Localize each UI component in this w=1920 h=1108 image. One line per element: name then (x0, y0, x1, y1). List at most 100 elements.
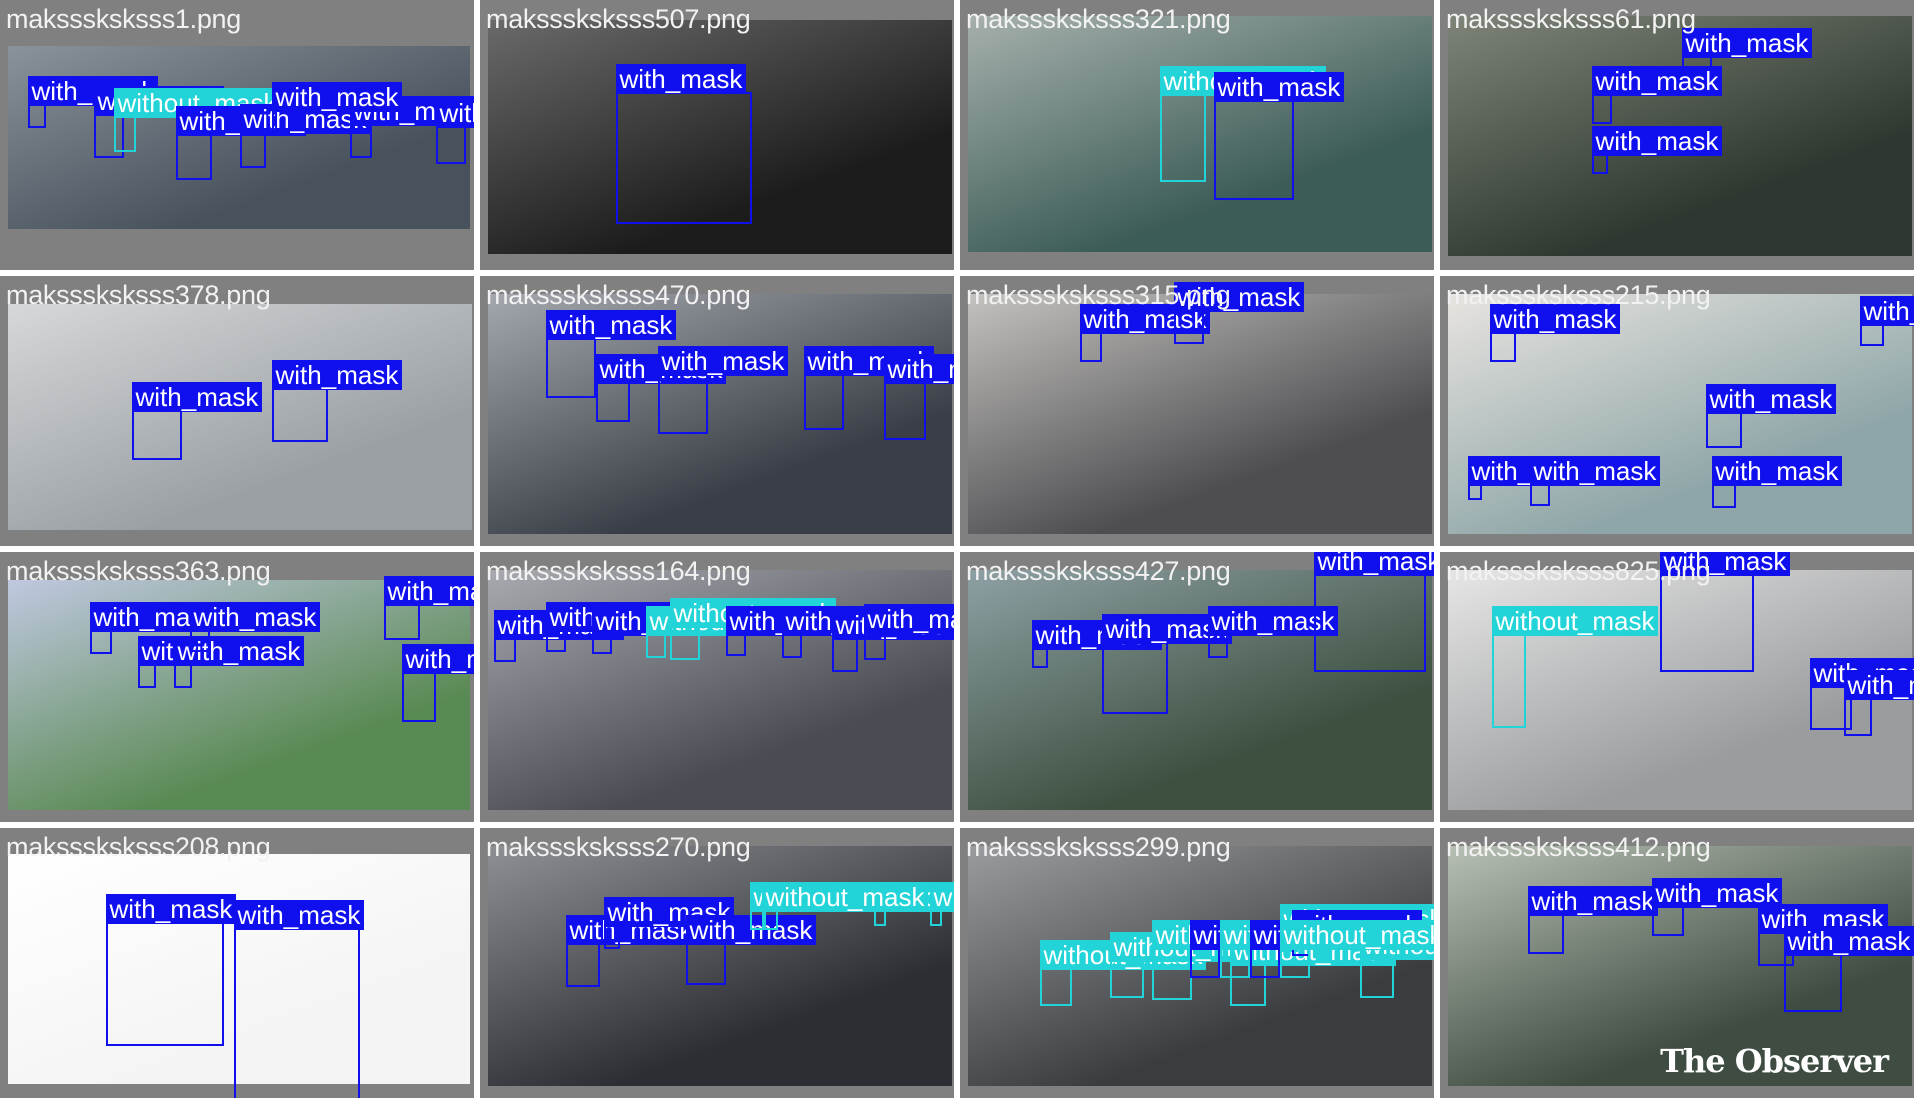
class-label: with_mask (435, 98, 474, 128)
bounding-box: with_mask (175, 106, 307, 180)
image-cell: maksssksksss61.png with_mask with_mask with… (1440, 0, 1917, 273)
image-cell: maksssksksss270.png with_mask with_mask wit… (480, 828, 957, 1101)
image-cell: maksssksksss208.png with_mask with_mask (0, 828, 477, 1101)
bounding-box: with_mask (27, 76, 159, 128)
class-label: with_mask (1783, 926, 1914, 956)
bounding-box: with_mask (565, 915, 697, 987)
bounding-box: with_mask (1173, 282, 1305, 344)
bounding-box: with_mask (545, 310, 677, 398)
bounding-box: with_mask (493, 610, 625, 662)
bounding-box: without_mask (1279, 920, 1434, 978)
bounding-box: with_mask (131, 382, 263, 460)
class-label: with_mask (1859, 296, 1914, 326)
class-label: with_mask (271, 82, 403, 112)
class-label: with_mask (1681, 28, 1813, 58)
bounding-box: without_mask (1039, 940, 1207, 1006)
bounding-box: with_mask (1467, 456, 1599, 500)
photo (8, 304, 472, 530)
class-label: with_mask (233, 900, 365, 930)
class-label: with_mask (131, 382, 263, 412)
bounding-box: without_mask (645, 606, 813, 658)
bounding-box: with_mask (725, 606, 857, 656)
filename-label: maksssksksss363.png (6, 556, 271, 586)
bounding-box: without_mask (1491, 606, 1659, 728)
bounding-box: with_mask (1189, 920, 1321, 978)
image-cell: maksssksksss321.png without_maskwith_mask (960, 0, 1437, 273)
bounding-box: with_mask (803, 346, 935, 430)
image-cell: maksssksksss825.png without_mask with_mask… (1440, 552, 1917, 825)
filename-label: maksssksksss315.png (966, 280, 1231, 310)
bounding-box: with_mask (1859, 296, 1914, 346)
bounding-box: with_mask (1249, 920, 1381, 978)
image-cell: maksssksksss315.png with_mask with_mask (960, 276, 1437, 549)
class-label: without_mask (1491, 606, 1659, 636)
filename-label: maksssksksss299.png (966, 832, 1231, 862)
bounding-box: without_mask (873, 882, 954, 926)
bounding-box: with_mask (831, 610, 954, 672)
class-label: with_mask (863, 604, 954, 634)
class-label: with_mask (1529, 456, 1661, 486)
class-label: without_mask (1279, 920, 1434, 950)
bounding-box: with_mask (863, 604, 954, 660)
class-label: with_mask (883, 354, 954, 384)
bounding-box: with_mask (271, 360, 403, 442)
class-label: with_mask (657, 346, 789, 376)
bounding-box: with_mask (435, 98, 474, 164)
bounding-box: with_mask (657, 346, 789, 434)
bounding-box: without_mask (1159, 66, 1327, 182)
class-label: with_mask (1711, 456, 1843, 486)
bounding-box: with_mask (1101, 614, 1233, 714)
filename-label: maksssksksss825.png (1446, 556, 1711, 586)
bounding-box: with_mask (883, 354, 954, 440)
filename-label: maksssksksss507.png (486, 4, 751, 34)
bounding-box: with_mask (781, 606, 913, 658)
filename-label: maksssksksss1.png (6, 4, 241, 34)
image-cell: maksssksksss378.png with_mask with_mask (0, 276, 477, 549)
bounding-box: without_mask (929, 882, 954, 926)
bounding-box: with_mask (1705, 384, 1837, 448)
bounding-box: with_mask (1591, 66, 1723, 124)
filename-label: maksssksksss61.png (1446, 4, 1696, 34)
image-cell: maksssksksss1.pngwith_maskwith_maskwitho… (0, 0, 477, 273)
bounding-box: with_mask (1207, 606, 1339, 658)
bounding-box: with_mask (401, 644, 474, 722)
bounding-box: with_mask (173, 636, 305, 688)
class-label: with_mask (1313, 552, 1434, 576)
filename-label: maksssksksss164.png (486, 556, 751, 586)
bounding-box: with_mask (1843, 670, 1914, 736)
bounding-box: with_mask (271, 82, 403, 136)
bounding-box: without_mask (1219, 920, 1387, 978)
bounding-box: with_mask (1591, 126, 1723, 174)
image-cell: maksssksksss215.pngwith_maskwith_maskwit… (1440, 276, 1917, 549)
photo (8, 46, 470, 229)
bounding-box: with_mask (591, 606, 723, 654)
bounding-box: with_mask (89, 602, 221, 654)
class-label: with_mask (189, 602, 321, 632)
bounding-box: with_mask (233, 900, 365, 1098)
class-label: with_mask (401, 644, 474, 674)
class-label: with_mask (1213, 72, 1345, 102)
bounding-box: with_mask (1783, 926, 1914, 1012)
bounding-box: without_mask (761, 882, 929, 930)
bounding-box: with_mask (603, 897, 735, 949)
class-label: with_mask (1591, 126, 1723, 156)
bounding-box: with_mask (1527, 886, 1659, 954)
class-label: without_mask (761, 882, 929, 912)
image-cell: maksssksksss363.png with_mask with_mask wit… (0, 552, 477, 825)
image-cell: maksssksksss412.png with_mask with_mask wit… (1440, 828, 1917, 1101)
bounding-box: with_mask (1079, 304, 1211, 362)
class-label: with_mask (615, 64, 747, 94)
filename-label: maksssksksss378.png (6, 280, 271, 310)
image-cell: maksssksksss299.png without_mask without_m… (960, 828, 1437, 1101)
bounding-box: without_mask (669, 598, 837, 660)
class-label: with_mask (271, 360, 403, 390)
bounding-box: without_mask (113, 88, 281, 152)
bounding-box: with_mask (1489, 304, 1621, 362)
bounding-box: with_mask (685, 915, 817, 985)
bounding-box: with_mask (1213, 72, 1345, 200)
bounding-box: with_mask (105, 894, 237, 1046)
image-cell: maksssksksss164.pngwith_maskwith_maskwit… (480, 552, 957, 825)
bounding-box: with_mask (595, 354, 727, 422)
filename-label: maksssksksss427.png (966, 556, 1231, 586)
bounding-box: with_mask (189, 602, 321, 652)
